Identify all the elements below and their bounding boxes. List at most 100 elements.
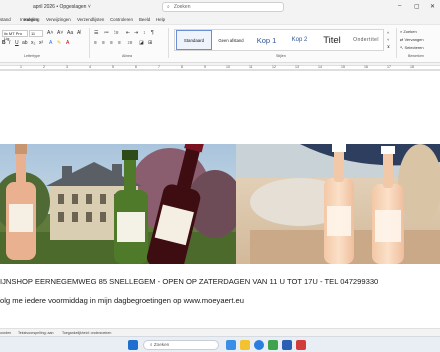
word-window: april 2026 • Opgeslagen ˅ ⌕ Zoeken – ▢ ✕…: [0, 0, 440, 352]
tab-references[interactable]: Verwijzingen: [46, 17, 71, 22]
widgets-icon[interactable]: [226, 340, 236, 350]
title-search-box[interactable]: ⌕ Zoeken: [162, 2, 284, 12]
find-label: Zoeken: [403, 29, 417, 34]
word-app-icon[interactable]: [282, 340, 292, 350]
ruler-number: 14: [318, 65, 322, 69]
document-title[interactable]: april 2026 • Opgeslagen ˅: [33, 4, 91, 10]
styles-group-label: Stijlen: [276, 54, 286, 58]
select-button[interactable]: ↖ Selecteren: [400, 45, 424, 50]
group-divider: [396, 28, 397, 58]
italic-icon[interactable]: I: [9, 40, 10, 46]
line-spacing-icon[interactable]: ↕≡: [127, 40, 132, 46]
document-line-shop-info: IJNSHOP EERNEGEMWEG 85 SNELLEGEM - OPEN …: [0, 277, 379, 286]
justify-icon[interactable]: ≡: [118, 40, 121, 46]
sort-icon[interactable]: ↕: [143, 30, 146, 36]
tab-mailings[interactable]: Verzendlijsten: [77, 17, 104, 22]
ruler-number: 7: [158, 65, 160, 69]
style-heading-2[interactable]: Kop 2: [283, 30, 316, 50]
bullets-icon[interactable]: ☰: [94, 30, 98, 36]
change-case-icon[interactable]: Aa: [67, 30, 73, 36]
strikethrough-icon[interactable]: ab: [22, 40, 28, 46]
underline-icon[interactable]: U: [15, 40, 19, 46]
group-divider: [89, 28, 90, 58]
increase-indent-icon[interactable]: ⇥: [134, 30, 138, 36]
styles-scroll-up-icon[interactable]: ˄: [387, 30, 389, 36]
align-left-icon[interactable]: ≡: [94, 40, 97, 46]
style-subtitle[interactable]: Ondertitel: [348, 30, 384, 50]
ruler-number: 12: [272, 65, 276, 69]
ruler: 1 2 3 4 5 6 7 8 9 10 11 12 13 14 15 16 1…: [0, 63, 440, 71]
maximize-icon[interactable]: ▢: [414, 3, 420, 10]
superscript-icon[interactable]: x²: [39, 40, 43, 46]
clear-format-icon[interactable]: A̸: [77, 30, 80, 36]
decrease-indent-icon[interactable]: ⇤: [126, 30, 130, 36]
font-color-icon[interactable]: A: [66, 40, 69, 46]
grow-font-icon[interactable]: A˄: [47, 30, 53, 36]
tab-start[interactable]: stand: [0, 17, 11, 22]
search-icon: ⌕: [167, 4, 170, 10]
bold-icon[interactable]: B: [2, 40, 6, 46]
pilcrow-icon[interactable]: ¶: [151, 30, 154, 36]
document-page[interactable]: IJNSHOP EERNEGEMWEG 85 SNELLEGEM - OPEN …: [0, 71, 440, 328]
align-center-icon[interactable]: ≡: [102, 40, 105, 46]
text-prediction[interactable]: Tekstvoorspelling: aan: [18, 331, 54, 335]
edge-icon[interactable]: [254, 340, 264, 350]
ruler-number: 3: [66, 65, 68, 69]
document-line-greeting: olg me iedere voormiddag in mijn dagbegr…: [0, 296, 244, 305]
ruler-number: 4: [89, 65, 91, 69]
align-right-icon[interactable]: ≡: [110, 40, 113, 46]
styles-scroll-down-icon[interactable]: ˅: [387, 37, 389, 43]
style-title[interactable]: Titel: [316, 30, 348, 50]
replace-label: Vervangen: [404, 37, 424, 42]
find-button[interactable]: ⌕ Zoeken: [400, 29, 417, 34]
borders-icon[interactable]: ⊞: [148, 40, 152, 46]
numbering-icon[interactable]: ≔: [104, 30, 109, 36]
word-count[interactable]: oorden: [0, 331, 11, 335]
style-no-spacing[interactable]: Geen afstand: [213, 30, 249, 50]
acrobat-icon[interactable]: [296, 340, 306, 350]
font-name-box[interactable]: lix MT Pro Lig: [2, 30, 28, 41]
file-explorer-icon[interactable]: [240, 340, 250, 350]
menu-tabs: stand Invoegen Indeling Verwijzingen Ver…: [0, 15, 440, 24]
ruler-number: 2: [43, 65, 45, 69]
ruler-number: 9: [204, 65, 206, 69]
windows-start-icon[interactable]: [128, 340, 138, 350]
ruler-number: 5: [112, 65, 114, 69]
shrink-font-icon[interactable]: A˅: [57, 30, 63, 36]
replace-button[interactable]: ⇄ Vervangen: [400, 37, 424, 42]
close-icon[interactable]: ✕: [430, 3, 435, 10]
shading-icon[interactable]: ◪: [139, 40, 144, 46]
tab-layout[interactable]: Indeling: [24, 17, 39, 22]
title-bar: april 2026 • Opgeslagen ˅ ⌕ Zoeken – ▢ ✕: [0, 0, 440, 15]
highlight-icon[interactable]: ✎: [57, 40, 61, 46]
minimize-icon[interactable]: –: [398, 3, 401, 9]
font-size-box[interactable]: 11: [29, 30, 43, 37]
styles-more-icon[interactable]: ⊻: [387, 44, 390, 50]
wine-photo: [0, 144, 440, 264]
ruler-number: 17: [387, 65, 391, 69]
ruler-number: 1: [20, 65, 22, 69]
ruler-number: 16: [364, 65, 368, 69]
text-effects-icon[interactable]: A: [49, 40, 52, 46]
ruler-number: 11: [249, 65, 253, 69]
chrome-icon[interactable]: [268, 340, 278, 350]
ruler-number: 15: [341, 65, 345, 69]
style-standard[interactable]: Standaard: [176, 30, 212, 50]
tab-review[interactable]: Controleren: [110, 17, 133, 22]
title-search-placeholder: Zoeken: [173, 4, 191, 10]
taskbar-search[interactable]: ⌕ Zoeken: [143, 340, 219, 350]
wine-photo-svg: [0, 144, 440, 264]
subscript-icon[interactable]: x₂: [31, 40, 35, 46]
group-divider: [168, 28, 169, 58]
ruler-number: 6: [135, 65, 137, 69]
style-heading-1[interactable]: Kop 1: [250, 30, 283, 50]
taskbar-search-placeholder: Zoeken: [153, 342, 170, 347]
styles-gallery: Standaard Geen afstand Kop 1 Kop 2 Titel…: [174, 29, 384, 51]
font-group-label: Lettertype: [24, 54, 40, 58]
tab-view[interactable]: Beeld: [139, 17, 150, 22]
ribbon: lix MT Pro Lig 11 A˄ A˅ Aa A̸ B I U ab x…: [0, 24, 440, 63]
tab-help[interactable]: Help: [156, 17, 165, 22]
accessibility-status[interactable]: Toegankelijkheid: onderzoeken: [62, 331, 111, 335]
multilevel-icon[interactable]: ⁝≡: [114, 30, 119, 36]
taskbar: ⌕ Zoeken: [0, 336, 440, 352]
